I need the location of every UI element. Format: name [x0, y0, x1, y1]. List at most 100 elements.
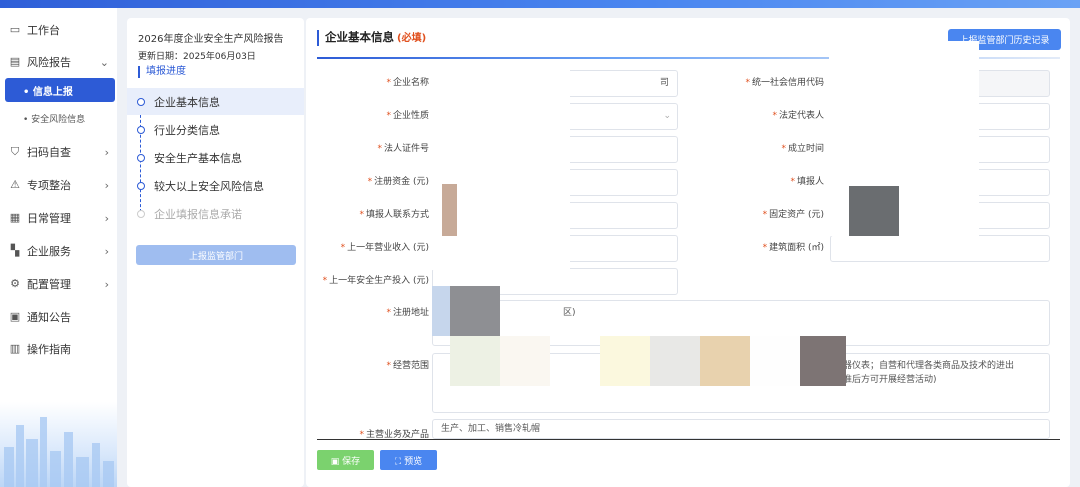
step-dot-icon [137, 181, 145, 190]
required-tag: (必填) [397, 33, 427, 44]
privacy-mask [442, 184, 457, 236]
privacy-mask [500, 336, 550, 386]
top-header-bar [0, 0, 1080, 8]
step-label: 企业基本信息 [154, 95, 220, 109]
privacy-mask [600, 336, 650, 386]
preview-icon: ⛶ [394, 456, 405, 467]
chevron-right-icon: › [104, 211, 109, 225]
sidebar-item-config[interactable]: ⚙ 配置管理 › [0, 271, 117, 297]
form-title-text: 企业基本信息 [325, 30, 394, 44]
step-dot-icon [137, 153, 145, 162]
sidebar-item-label: 工作台 [27, 24, 60, 37]
company-name-label: * 企业名称 [386, 78, 429, 88]
update-date: 更新日期：2025年06月03日 [138, 52, 256, 62]
save-button[interactable]: ▣ 保存 [317, 450, 374, 470]
step-safety-basic-info[interactable]: 安全生产基本信息 [127, 144, 304, 171]
privacy-mask [650, 336, 700, 386]
sidebar: ▭ 工作台 ▤ 风险报告 ⌄ • 信息上报 • 安全风险信息 ⛉ 扫码自查 › … [0, 8, 117, 487]
chevron-right-icon: › [104, 244, 109, 258]
company-type-label: * 企业性质 [386, 111, 429, 121]
shield-icon: ⛉ [10, 145, 20, 158]
sidebar-item-label: 日常管理 [27, 212, 71, 225]
chevron-down-icon: ⌄ [99, 55, 109, 69]
fill-progress-panel: 2026年度企业安全生产风险报告 更新日期：2025年06月03日 填报进度 企… [127, 18, 304, 487]
privacy-mask [450, 336, 500, 386]
step-commitment[interactable]: 企业填报信息承诺 [127, 200, 304, 227]
step-label: 较大以上安全风险信息 [154, 179, 264, 193]
step-dot-icon [137, 209, 145, 218]
gear-icon: ⚙ [10, 277, 20, 290]
step-label: 安全生产基本信息 [154, 151, 242, 165]
business-scope-line: 、仪器仪表；自营和代理各类商品及技术的进出 [825, 361, 1015, 371]
basic-info-form: 企业基本信息 (必填) 上报监管部门历史记录 * 企业名称 司 * 统一社会信用代码 … [306, 18, 1070, 487]
filler-label: * 填报人 [790, 177, 824, 187]
privacy-mask [432, 286, 450, 336]
building-area-field[interactable] [830, 235, 1050, 262]
step-dot-icon [137, 125, 145, 134]
legal-rep-label: * 法定代表人 [772, 111, 824, 121]
established-label: * 成立时间 [781, 144, 824, 154]
privacy-mask [750, 336, 800, 386]
sidebar-subitem-label: • 安全风险信息 [23, 114, 86, 125]
business-scope-label: * 经营范围 [386, 361, 429, 371]
sidebar-item-daily-manage[interactable]: ▦ 日常管理 › [0, 205, 117, 231]
preview-label: 预览 [404, 456, 423, 467]
form-title: 企业基本信息 (必填) [317, 30, 426, 46]
building-area-label: * 建筑面积 (㎡) [762, 243, 824, 253]
sidebar-item-label: 企业服务 [27, 245, 71, 258]
main-business-label: * 主营业务及产品 [359, 430, 429, 440]
reg-capital-label: * 注册资金 (元) [367, 177, 429, 187]
sidebar-subitem-label: • 信息上报 [23, 86, 73, 98]
step-industry-info[interactable]: 行业分类信息 [127, 116, 304, 143]
legal-id-label: * 法人证件号 [377, 144, 429, 154]
last-revenue-label: * 上一年营业收入 (元) [340, 243, 429, 253]
privacy-mask [432, 70, 570, 270]
city-skyline-illustration [0, 402, 117, 487]
book-icon: ▥ [9, 342, 21, 355]
submit-to-regulator-button[interactable]: 上报监管部门 [136, 245, 296, 265]
document-icon: ▤ [9, 55, 21, 68]
grid-icon: ▚ [10, 244, 20, 257]
sidebar-item-label: 配置管理 [27, 278, 71, 291]
sidebar-item-workbench[interactable]: ▭ 工作台 [0, 17, 117, 43]
last-safety-invest-label: * 上一年安全生产投入 (元) [322, 276, 429, 286]
step-basic-info[interactable]: 企业基本信息 [127, 88, 304, 115]
sidebar-subitem-info-report[interactable]: • 信息上报 [5, 78, 115, 102]
chevron-down-icon: ⌄ [663, 111, 671, 121]
monitor-icon: ▭ [9, 23, 21, 36]
reg-address-label: * 注册地址 [386, 308, 429, 318]
sidebar-item-enterprise-service[interactable]: ▚ 企业服务 › [0, 238, 117, 264]
save-label: 保存 [342, 456, 361, 467]
main-business-field[interactable]: 生产、加工、销售冷轧帽 [432, 419, 1050, 439]
chevron-right-icon: › [104, 277, 109, 291]
business-scope-line: 门批准后方可开展经营活动) [825, 375, 937, 385]
sidebar-item-special-rectify[interactable]: ⚠ 专项整治 › [0, 172, 117, 198]
sidebar-item-label: 专项整治 [27, 179, 71, 192]
privacy-mask [800, 336, 846, 386]
step-label: 行业分类信息 [154, 123, 220, 137]
sidebar-item-risk-report[interactable]: ▤ 风险报告 ⌄ [0, 49, 117, 75]
filler-contact-label: * 填报人联系方式 [359, 210, 429, 220]
progress-section-title: 填报进度 [138, 66, 186, 78]
privacy-mask [849, 186, 899, 236]
save-icon: ▣ [330, 456, 343, 467]
sidebar-item-label: 扫码自查 [27, 146, 71, 159]
sidebar-item-guide[interactable]: ▥ 操作指南 [0, 336, 117, 362]
chevron-right-icon: › [104, 145, 109, 159]
sidebar-item-label: 操作指南 [27, 343, 71, 356]
chevron-right-icon: › [104, 178, 109, 192]
fixed-assets-label: * 固定资产 (元) [762, 210, 824, 220]
sidebar-item-scan-check[interactable]: ⛉ 扫码自查 › [0, 139, 117, 165]
step-major-risk-info[interactable]: 较大以上安全风险信息 [127, 172, 304, 199]
sidebar-item-notice[interactable]: ▣ 通知公告 [0, 304, 117, 330]
privacy-mask [700, 336, 750, 386]
sidebar-subitem-safety-risk[interactable]: • 安全风险信息 [5, 106, 115, 130]
calendar-icon: ▦ [9, 211, 21, 224]
preview-button[interactable]: ⛶ 预览 [380, 450, 437, 470]
sidebar-item-label: 通知公告 [27, 311, 71, 324]
footer-divider [317, 439, 1060, 440]
credit-code-label: * 统一社会信用代码 [745, 78, 824, 88]
report-title: 2026年度企业安全生产风险报告 [138, 34, 284, 45]
step-dot-icon [137, 97, 145, 106]
sidebar-item-label: 风险报告 [27, 56, 71, 69]
